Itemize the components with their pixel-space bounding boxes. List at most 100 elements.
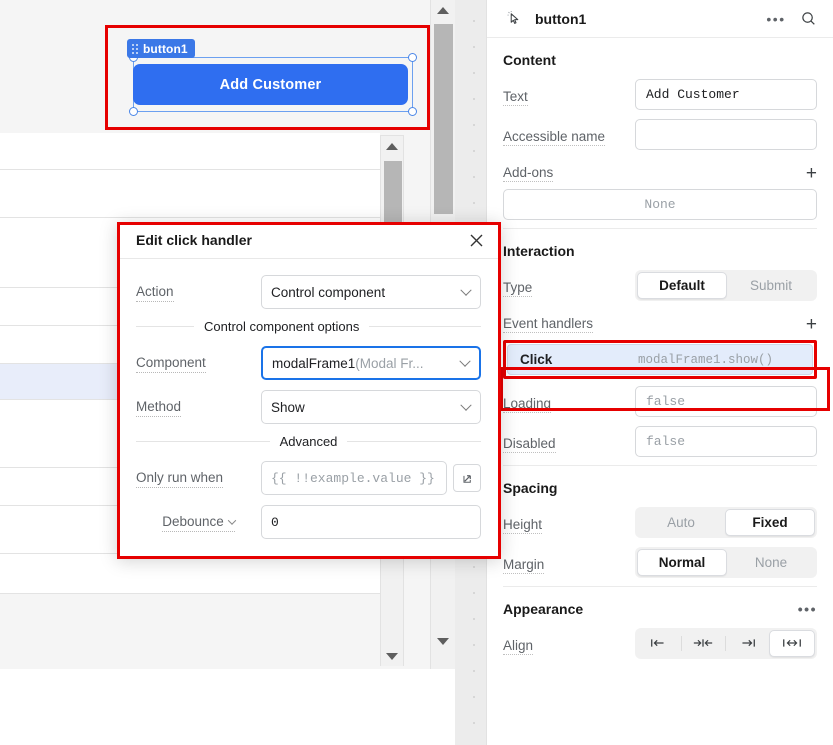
add-customer-button[interactable]: Add Customer [133, 64, 408, 105]
height-segmented-control[interactable]: Auto Fixed [635, 506, 817, 538]
height-label: Height [503, 517, 543, 534]
outer-scrollbar-thumb[interactable] [434, 24, 453, 214]
spacing-section-title: Spacing [503, 480, 558, 496]
scroll-down-arrow-icon[interactable] [437, 638, 449, 645]
inspector-panel: button1 ••• Content Text Add Customer Ac… [486, 0, 833, 745]
panel-header: button1 ••• [487, 0, 833, 38]
event-handlers-label: Event handlers [503, 316, 594, 333]
margin-option-normal[interactable]: Normal [637, 548, 727, 576]
align-right-icon[interactable] [725, 630, 769, 657]
close-icon[interactable] [466, 230, 486, 250]
scroll-up-arrow-icon[interactable] [437, 7, 449, 14]
type-option-default[interactable]: Default [637, 271, 727, 299]
debounce-label[interactable]: Debounce [162, 514, 237, 532]
debounce-value: 0 [271, 514, 279, 530]
cursor-pointer-icon [503, 8, 525, 30]
click-event-handler-row[interactable]: Click modalFrame1.show() [507, 344, 813, 375]
action-row: Action Control component [136, 275, 481, 309]
align-label: Align [503, 638, 534, 655]
event-name: Click [520, 352, 553, 367]
disabled-row: Disabled false [503, 425, 817, 457]
app-root: button1 Add Customer Edit click handler … [0, 0, 833, 745]
more-options-icon[interactable]: ••• [798, 601, 817, 617]
method-row: Method Show [136, 390, 481, 424]
height-option-auto[interactable]: Auto [637, 509, 725, 536]
table-row[interactable] [0, 132, 380, 170]
addons-label: Add-ons [503, 165, 554, 182]
method-label: Method [136, 399, 182, 417]
plus-icon[interactable]: + [806, 315, 817, 334]
component-label: Component [136, 355, 206, 373]
more-options-icon[interactable]: ••• [765, 8, 787, 30]
only-run-when-placeholder: {{ !!example.value }} [271, 470, 435, 486]
text-row: Text Add Customer [503, 78, 817, 110]
scroll-up-arrow-icon[interactable] [386, 143, 398, 150]
scroll-down-arrow-icon[interactable] [386, 653, 398, 660]
content-section-title: Content [503, 52, 556, 68]
height-option-fixed[interactable]: Fixed [725, 508, 815, 536]
selected-component-region: button1 Add Customer [0, 0, 432, 133]
modal-title: Edit click handler [136, 232, 252, 248]
interaction-section-title: Interaction [503, 243, 575, 259]
spacing-section: Spacing Height Auto Fixed Margin Normal … [487, 466, 833, 587]
action-select[interactable]: Control component [261, 275, 481, 309]
type-label: Type [503, 280, 533, 297]
type-option-submit[interactable]: Submit [727, 272, 815, 299]
align-row: Align [503, 627, 817, 659]
text-label: Text [503, 89, 528, 106]
panel-title: button1 [535, 10, 587, 27]
align-button-group[interactable] [635, 627, 817, 659]
only-run-when-input[interactable]: {{ !!example.value }} [261, 461, 447, 495]
accessible-name-row: Accessible name [503, 118, 817, 150]
align-left-icon[interactable] [637, 630, 681, 657]
event-handlers-header: Event handlers + [503, 309, 817, 338]
text-value: Add Customer [646, 86, 740, 102]
addons-value[interactable]: None [503, 189, 817, 220]
resize-handle-bottom-left[interactable] [129, 107, 138, 116]
resize-handle-top-right[interactable] [408, 53, 417, 62]
accessible-name-input[interactable] [635, 118, 817, 150]
resize-handle-bottom-right[interactable] [408, 107, 417, 116]
expand-editor-icon[interactable] [453, 464, 481, 492]
component-name-badge[interactable]: button1 [127, 39, 195, 58]
height-row: Height Auto Fixed [503, 506, 817, 538]
align-stretch-icon[interactable] [769, 629, 815, 657]
align-center-icon[interactable] [681, 630, 725, 657]
margin-option-none[interactable]: None [727, 549, 815, 576]
accessible-name-label: Accessible name [503, 129, 606, 146]
chevron-down-icon [460, 399, 472, 411]
method-select[interactable]: Show [261, 390, 481, 424]
loading-input[interactable]: false [635, 385, 817, 417]
search-icon[interactable] [797, 8, 819, 30]
action-label: Action [136, 284, 174, 302]
addons-header: Add-ons + [503, 158, 817, 189]
text-input[interactable]: Add Customer [635, 78, 817, 110]
debounce-row: Debounce 0 [136, 505, 481, 539]
appearance-title-text: Appearance [503, 601, 584, 617]
advanced-divider: Advanced [136, 434, 482, 449]
chevron-down-icon [227, 516, 237, 526]
modal-surface: Edit click handler Action Control compon… [117, 222, 501, 559]
component-type-hint: (Modal Fr... [355, 355, 424, 371]
disabled-label: Disabled [503, 436, 556, 453]
table-row[interactable] [0, 554, 380, 594]
type-segmented-control[interactable]: Default Submit [635, 269, 817, 301]
margin-segmented-control[interactable]: Normal None [635, 546, 817, 578]
content-section: Content Text Add Customer Accessible nam… [487, 38, 833, 229]
advanced-label: Advanced [279, 434, 338, 449]
method-value: Show [271, 399, 305, 415]
debounce-input[interactable]: 0 [261, 505, 481, 539]
appearance-section: Appearance ••• Align [487, 587, 833, 659]
component-badge-label: button1 [143, 41, 188, 56]
chevron-down-icon [459, 355, 471, 367]
plus-icon[interactable]: + [806, 164, 817, 183]
annotation-highlight-event-handlers: Click modalFrame1.show() [503, 340, 817, 379]
disabled-input[interactable]: false [635, 425, 817, 457]
component-select[interactable]: modalFrame1 (Modal Fr... [261, 346, 481, 380]
control-component-options-label: Control component options [204, 319, 360, 334]
drag-grip-icon[interactable] [132, 43, 138, 54]
chevron-down-icon [460, 284, 472, 296]
table-row[interactable] [0, 170, 380, 218]
component-value: modalFrame1 [272, 355, 356, 371]
only-run-when-row: Only run when {{ !!example.value }} [136, 461, 481, 495]
